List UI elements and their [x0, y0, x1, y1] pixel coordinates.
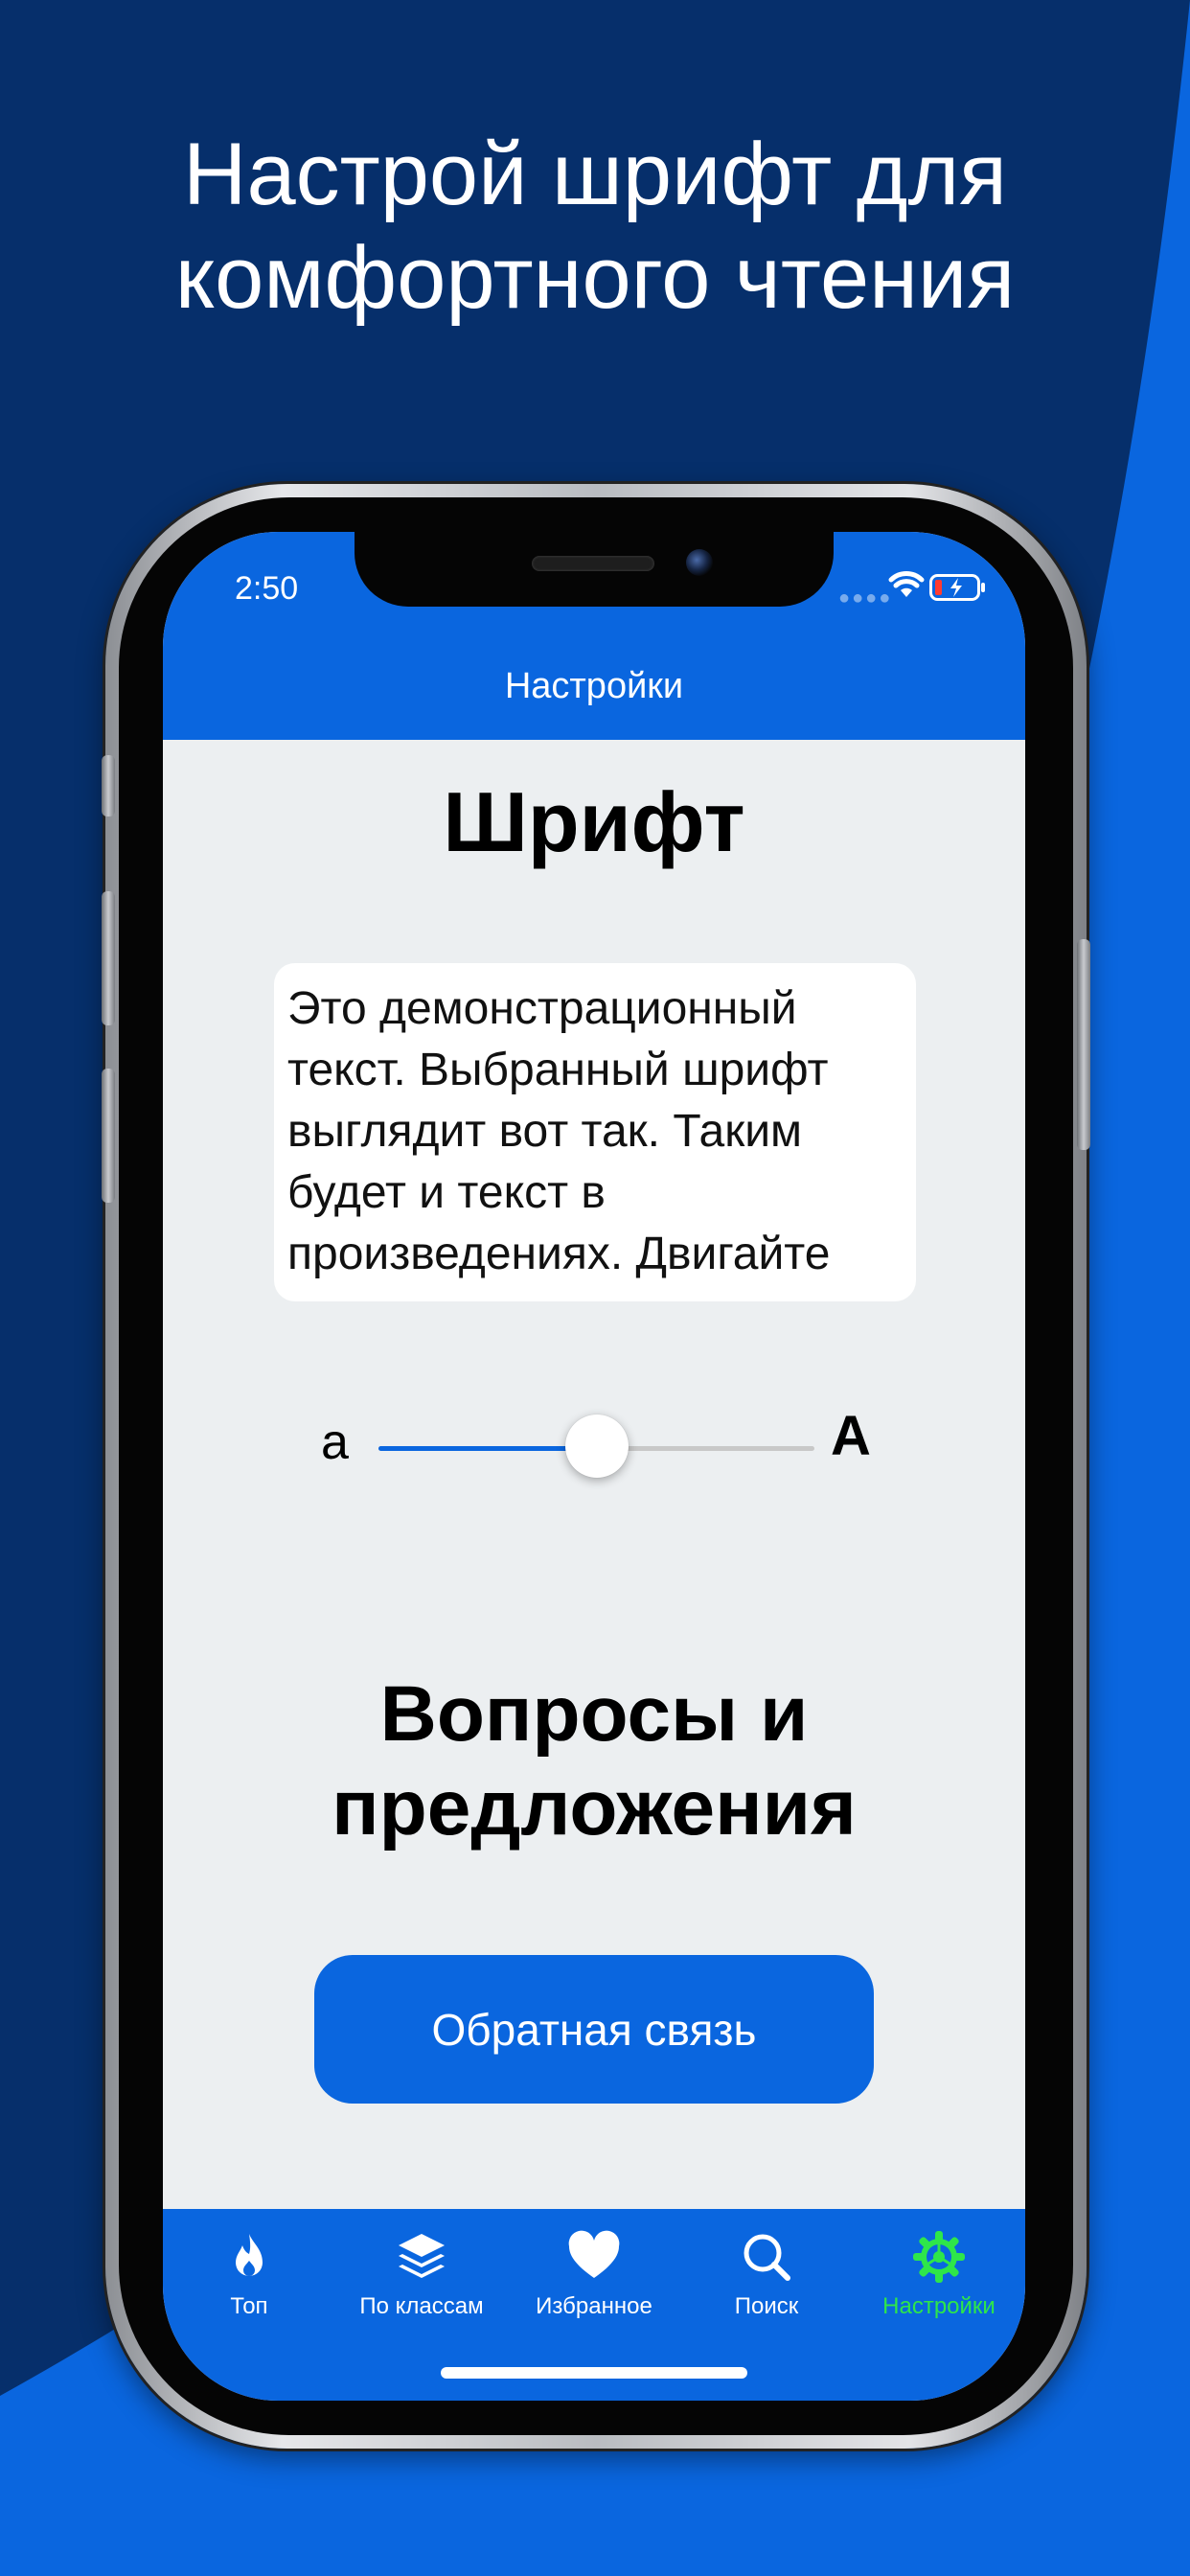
- tab-label-by-class: По классам: [359, 2293, 484, 2319]
- font-size-slider-thumb[interactable]: [564, 1414, 629, 1478]
- tab-label-favorites: Избранное: [536, 2293, 652, 2319]
- volume-up-button: [102, 891, 115, 1025]
- font-section-title: Шрифт: [443, 774, 745, 869]
- gear-icon: [913, 2231, 965, 2283]
- tab-top[interactable]: Топ: [163, 2209, 335, 2334]
- tab-favorites[interactable]: Избранное: [508, 2209, 680, 2334]
- tab-label-settings: Настройки: [882, 2293, 995, 2319]
- feedback-title-line-2: предложения: [332, 1764, 857, 1852]
- promo-headline-line-2: комфортного чтения: [174, 229, 1016, 327]
- feedback-title-line-1: Вопросы и: [379, 1670, 809, 1758]
- feedback-button[interactable]: Обратная связь: [314, 1955, 874, 2104]
- mute-switch: [102, 755, 115, 816]
- home-indicator: [441, 2367, 747, 2379]
- tab-settings[interactable]: Настройки: [853, 2209, 1025, 2334]
- font-demo-card: Это демонстрационный текст. Выбранный шр…: [274, 963, 916, 1301]
- font-demo-text: Это демонстрационный текст. Выбранный шр…: [287, 983, 831, 1279]
- heart-icon: [568, 2230, 620, 2278]
- nav-title: Настройки: [504, 666, 684, 706]
- wifi-icon: [888, 571, 925, 597]
- earpiece-speaker: [532, 556, 654, 571]
- search-icon: [744, 2234, 790, 2281]
- promo-headline-line-1: Настрой шрифт для: [183, 126, 1007, 223]
- tab-search[interactable]: Поиск: [680, 2209, 853, 2334]
- battery-icon: [929, 574, 985, 601]
- feedback-section-title: Вопросы и предложения: [163, 1668, 1025, 1855]
- flame-icon: [236, 2234, 263, 2276]
- font-size-min-label: а: [321, 1414, 349, 1470]
- status-time: 2:50: [235, 570, 299, 607]
- volume-down-button: [102, 1069, 115, 1203]
- tab-label-search: Поиск: [734, 2293, 799, 2319]
- front-camera: [686, 549, 713, 576]
- tab-label-top: Топ: [230, 2293, 268, 2319]
- phone-screen: 2:50 ●●●● Настройки Шрифт Это демонстрац…: [163, 532, 1025, 2401]
- tab-by-class[interactable]: По классам: [335, 2209, 508, 2334]
- signal-icon: ●●●●: [838, 587, 893, 609]
- power-button: [1077, 939, 1090, 1150]
- layers-icon: [399, 2234, 445, 2278]
- promo-headline: Настрой шрифт для комфортного чтения: [0, 123, 1190, 330]
- font-size-slider-fill: [378, 1446, 597, 1451]
- font-size-max-label: А: [831, 1405, 871, 1467]
